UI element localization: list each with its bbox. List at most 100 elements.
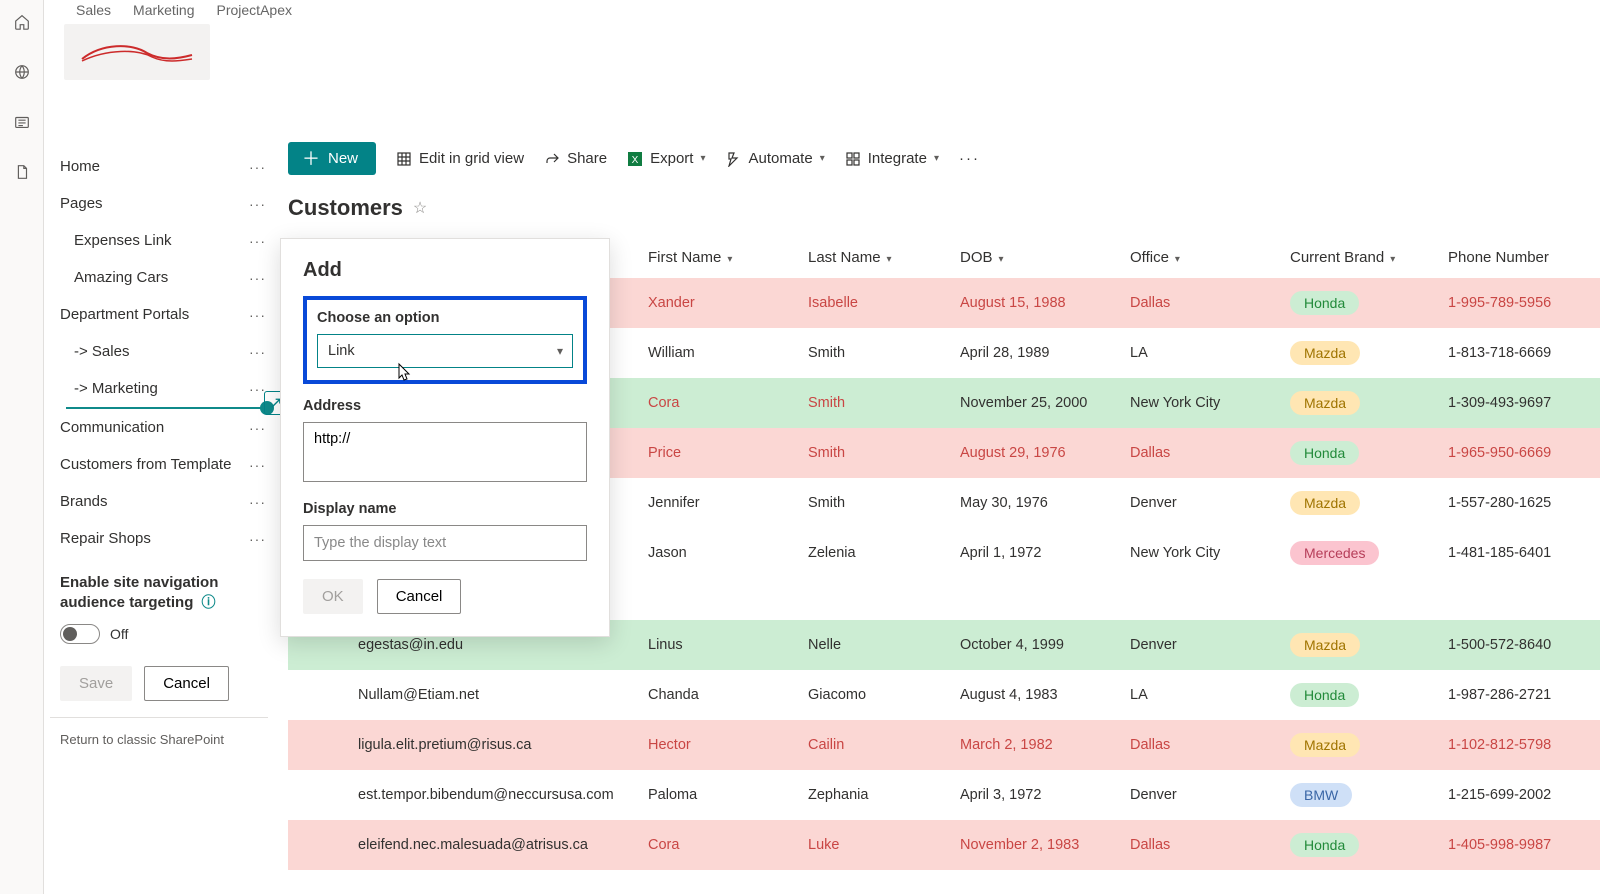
site-nav: Home ··· Pages ··· Expenses Link ··· Amazin…	[44, 148, 274, 747]
address-label: Address	[303, 398, 587, 414]
chevron-down-icon: ▾	[1175, 254, 1180, 265]
nav-dept-portals[interactable]: Department Portals ···	[44, 296, 274, 333]
brand-pill: Mazda	[1290, 633, 1360, 657]
home-icon[interactable]	[12, 12, 32, 32]
cursor-icon	[395, 362, 413, 389]
edit-grid-button[interactable]: Edit in grid view	[396, 150, 524, 167]
automate-button[interactable]: Automate▾	[725, 150, 824, 167]
more-icon[interactable]: ···	[249, 344, 266, 360]
table-row[interactable]: Nullam@Etiam.netChandaGiacomoAugust 4, 1…	[288, 670, 1600, 720]
chevron-down-icon: ▾	[820, 153, 825, 164]
table-row[interactable]: eleifend.nec.malesuada@atrisus.caCoraLuk…	[288, 820, 1600, 870]
info-icon[interactable]: ⓘ	[202, 594, 216, 610]
integrate-button[interactable]: Integrate▾	[845, 150, 939, 167]
nav-dept-marketing[interactable]: -> Marketing···	[44, 370, 274, 407]
brand-pill: Mazda	[1290, 491, 1360, 515]
nav-home[interactable]: Home ···	[44, 148, 274, 185]
nav-expenses-link[interactable]: Expenses Link ···	[44, 222, 274, 259]
tab-projectapex[interactable]: ProjectApex	[217, 2, 292, 18]
favorite-star-icon[interactable]: ☆	[413, 198, 427, 218]
nav-label: Home	[60, 158, 100, 175]
chevron-down-icon: ▾	[934, 153, 939, 164]
chevron-down-icon: ▾	[557, 344, 563, 358]
more-icon[interactable]: ···	[249, 233, 266, 249]
app-rail	[0, 0, 44, 894]
chevron-down-icon: ▾	[727, 254, 732, 265]
more-icon[interactable]: ···	[249, 457, 266, 473]
chevron-down-icon: ▾	[700, 153, 705, 164]
nav-label: Expenses Link	[74, 232, 172, 249]
new-button[interactable]: ＋New	[288, 142, 376, 175]
cancel-nav-button[interactable]: Cancel	[144, 666, 229, 701]
col-first-name[interactable]: First Name▾	[638, 237, 798, 278]
overflow-button[interactable]: ···	[959, 150, 980, 167]
nav-label: Repair Shops	[60, 530, 151, 547]
nav-label: Department Portals	[60, 306, 189, 323]
command-bar: ＋New Edit in grid view Share XExport▾ Au…	[288, 134, 1600, 195]
chevron-down-icon: ▾	[999, 254, 1004, 265]
list-title: Customers	[288, 195, 403, 221]
col-brand[interactable]: Current Brand▾	[1280, 237, 1438, 278]
col-phone[interactable]: Phone Number	[1438, 237, 1600, 278]
choose-option-label: Choose an option	[317, 310, 573, 326]
top-strip: Sales Marketing ProjectApex	[44, 0, 1600, 100]
nav-pages[interactable]: Pages ···	[44, 185, 274, 222]
nav-customers-from-template[interactable]: Customers from Template···	[44, 446, 274, 483]
brand-pill: Honda	[1290, 291, 1359, 315]
share-button[interactable]: Share	[544, 150, 607, 167]
table-row[interactable]: est.tempor.bibendum@neccursusa.comPaloma…	[288, 770, 1600, 820]
nav-label: Brands	[60, 493, 108, 510]
ok-button: OK	[303, 579, 363, 614]
nav-amazing-cars[interactable]: Amazing Cars ···	[44, 259, 274, 296]
nav-label: -> Marketing	[74, 380, 158, 397]
chevron-down-icon: ▾	[887, 254, 892, 265]
audience-toggle[interactable]	[60, 624, 100, 644]
nav-dept-sales[interactable]: -> Sales ···	[44, 333, 274, 370]
cancel-button[interactable]: Cancel	[377, 579, 462, 614]
col-last-name[interactable]: Last Name▾	[798, 237, 950, 278]
nav-label: -> Sales	[74, 343, 129, 360]
option-select[interactable]: Link	[317, 334, 573, 368]
more-icon[interactable]: ···	[249, 420, 266, 436]
news-icon[interactable]	[12, 112, 32, 132]
display-name-label: Display name	[303, 501, 587, 517]
col-office[interactable]: Office▾	[1120, 237, 1280, 278]
nav-label: Amazing Cars	[74, 269, 168, 286]
return-classic-link[interactable]: Return to classic SharePoint	[44, 718, 274, 747]
more-icon[interactable]: ···	[249, 494, 266, 510]
brand-pill: Mazda	[1290, 391, 1360, 415]
table-row[interactable]: ligula.elit.pretium@risus.caHectorCailin…	[288, 720, 1600, 770]
tab-marketing[interactable]: Marketing	[133, 2, 194, 18]
more-icon[interactable]: ···	[249, 270, 266, 286]
brand-pill: Mercedes	[1290, 541, 1379, 565]
more-icon[interactable]: ···	[249, 307, 266, 323]
chevron-down-icon: ▾	[1390, 254, 1395, 265]
insert-indicator[interactable]	[66, 407, 266, 409]
highlighted-field: Choose an option Link ▾	[303, 296, 587, 384]
brand-pill: Honda	[1290, 441, 1359, 465]
nav-label: Pages	[60, 195, 103, 212]
svg-text:X: X	[632, 155, 639, 166]
more-icon[interactable]: ···	[249, 159, 266, 175]
nav-label: Communication	[60, 419, 164, 436]
nav-communication[interactable]: Communication ···	[44, 409, 274, 446]
nav-brands[interactable]: Brands ···	[44, 483, 274, 520]
export-button[interactable]: XExport▾	[627, 150, 705, 167]
more-icon[interactable]: ···	[249, 196, 266, 212]
brand-pill: Mazda	[1290, 733, 1360, 757]
add-link-panel: Add Choose an option Link ▾ Address Disp…	[280, 238, 610, 637]
hub-tabs: Sales Marketing ProjectApex	[44, 0, 1600, 20]
site-logo[interactable]	[64, 24, 210, 80]
panel-title: Add	[303, 259, 587, 282]
display-name-input[interactable]	[303, 525, 587, 561]
file-icon[interactable]	[12, 162, 32, 182]
brand-pill: Mazda	[1290, 341, 1360, 365]
globe-icon[interactable]	[12, 62, 32, 82]
brand-pill: Honda	[1290, 833, 1359, 857]
tab-sales[interactable]: Sales	[76, 2, 111, 18]
more-icon[interactable]: ···	[249, 531, 266, 547]
brand-pill: Honda	[1290, 683, 1359, 707]
col-dob[interactable]: DOB▾	[950, 237, 1120, 278]
nav-repair-shops[interactable]: Repair Shops ···	[44, 520, 274, 557]
address-input[interactable]	[303, 422, 587, 482]
